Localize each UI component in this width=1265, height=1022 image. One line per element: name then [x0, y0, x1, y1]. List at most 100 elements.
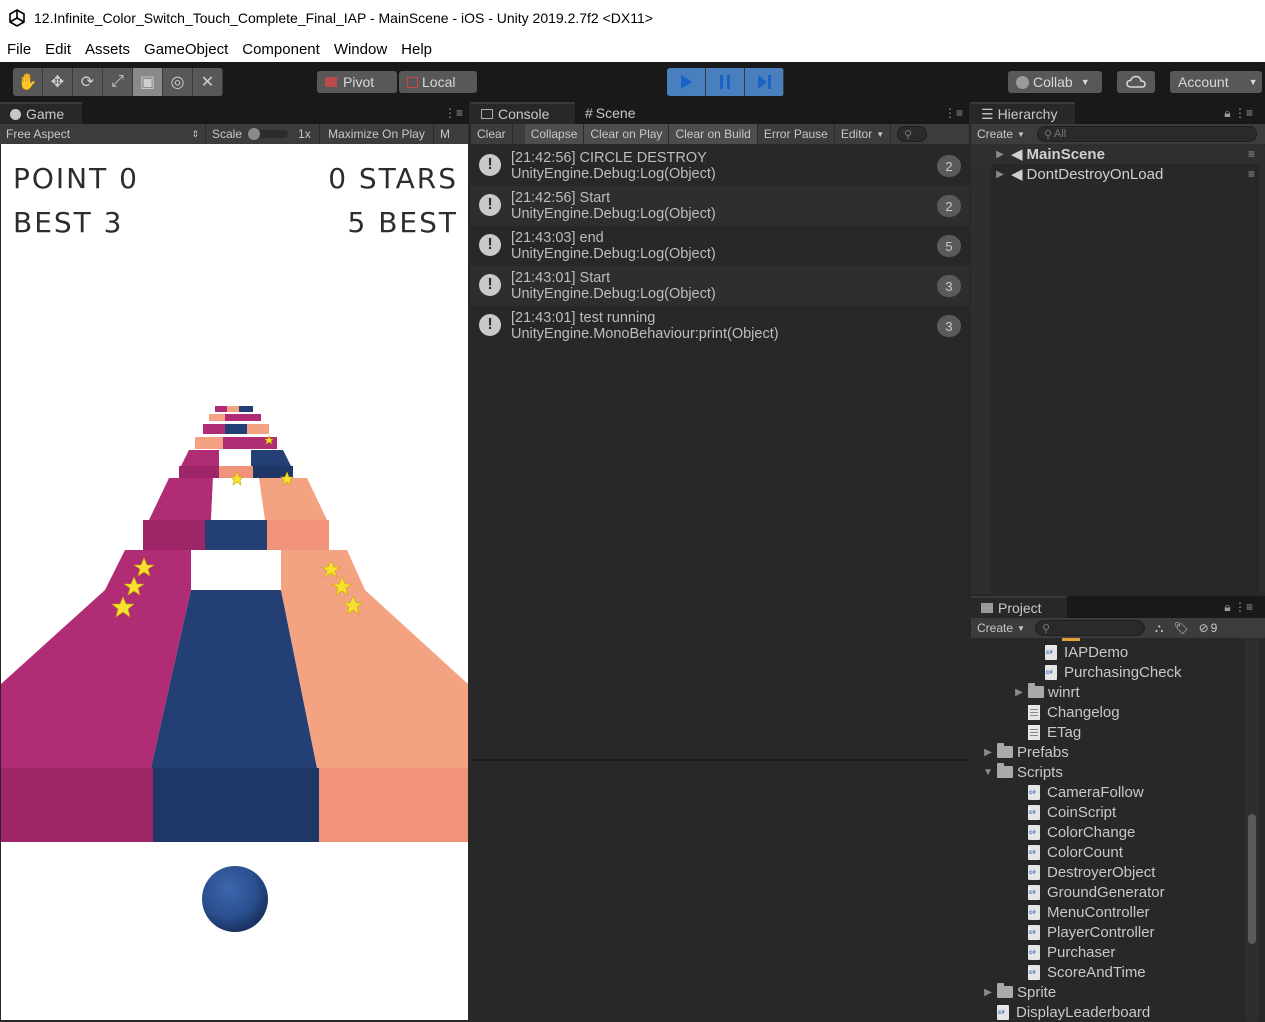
hierarchy-scene-mainscene[interactable]: ▶ ◀ MainScene ≡ — [971, 144, 1259, 164]
project-item[interactable]: MenuController — [1028, 902, 1150, 922]
panel-menu-icon[interactable]: ⋮≡ — [444, 106, 463, 120]
project-item[interactable]: ▶ Sprite — [984, 982, 1056, 1002]
project-item[interactable]: Purchaser — [1028, 942, 1115, 962]
panel-menu-icon[interactable]: ⋮≡ — [944, 106, 963, 120]
clear-on-play-toggle[interactable]: Clear on Play — [584, 124, 670, 144]
pivot-button[interactable]: Pivot — [317, 71, 397, 93]
collab-button[interactable]: Collab ▼ — [1008, 71, 1102, 93]
item-menu-icon[interactable]: ≡ — [1248, 147, 1255, 161]
hierarchy-scrollbar[interactable] — [1259, 144, 1265, 594]
log-entry[interactable]: ! [21:43:03] end UnityEngine.Debug:Log(Ob… — [471, 226, 969, 266]
step-button[interactable] — [745, 68, 784, 96]
project-item[interactable]: PurchasingCheck — [1045, 662, 1182, 682]
tab-console[interactable]: Console — [471, 102, 575, 124]
project-item[interactable]: DestroyerObject — [1028, 862, 1155, 882]
tab-project[interactable]: Project — [971, 596, 1067, 618]
menu-help[interactable]: Help — [394, 41, 439, 58]
play-button[interactable] — [667, 68, 706, 96]
account-button[interactable]: Account ▼ — [1170, 71, 1262, 93]
console-icon — [481, 109, 493, 119]
scale-slider-thumb[interactable] — [248, 128, 261, 140]
menu-edit[interactable]: Edit — [38, 41, 78, 58]
project-item[interactable]: Changelog — [1028, 702, 1120, 722]
project-item[interactable]: CameraFollow — [1028, 782, 1144, 802]
log-entry[interactable]: ! [21:43:01] Start UnityEngine.Debug:Log(… — [471, 266, 969, 306]
tab-game[interactable]: Game — [0, 102, 82, 124]
lock-icon[interactable]: 🔒︎ ⋮≡ — [1224, 600, 1253, 615]
project-item[interactable]: IAPDemo — [1045, 642, 1128, 662]
scale-slider[interactable]: Scale 1x — [206, 124, 320, 144]
expand-arrow-icon[interactable]: ▶ — [981, 747, 995, 758]
scale-tool-icon[interactable]: ⤢ — [103, 68, 133, 96]
menu-component[interactable]: Component — [235, 41, 327, 58]
project-scrollbar-track[interactable] — [1245, 638, 1259, 1022]
game-viewport[interactable]: POINT 0 0 STARS BEST 3 5 BEST — [1, 144, 468, 1020]
hierarchy-create-button[interactable]: Create ▼ — [971, 124, 1031, 144]
log-text: [21:42:56] CIRCLE DESTROY UnityEngine.Deb… — [511, 150, 716, 182]
project-item[interactable]: ▶ Prefabs — [984, 742, 1069, 762]
project-item[interactable]: CoinScript — [1028, 802, 1116, 822]
console-detail-splitter[interactable] — [471, 759, 969, 761]
rect-tool-icon[interactable]: ▣ — [133, 68, 163, 96]
hand-tool-icon[interactable]: ✋ — [13, 68, 43, 96]
pause-button[interactable] — [706, 68, 745, 96]
move-tool-icon[interactable]: ✥ — [43, 68, 73, 96]
project-item[interactable]: ETag — [1028, 722, 1081, 742]
expand-arrow-icon[interactable]: ▶ — [993, 169, 1007, 180]
local-button[interactable]: Local — [399, 71, 477, 93]
menu-assets[interactable]: Assets — [78, 41, 137, 58]
project-scrollbar-thumb[interactable] — [1248, 814, 1256, 944]
clear-on-build-toggle[interactable]: Clear on Build — [669, 124, 758, 144]
item-menu-icon[interactable]: ≡ — [1248, 167, 1255, 181]
lock-icon[interactable]: 🔒︎ ⋮≡ — [1224, 106, 1253, 121]
console-search-field[interactable]: ⚲ — [891, 124, 933, 144]
custom-tool-icon[interactable]: ✕ — [193, 68, 223, 96]
console-search-input[interactable]: ⚲ — [897, 126, 928, 142]
tab-scene[interactable]: # Scene — [575, 102, 657, 124]
hierarchy-scene-dontdestroy[interactable]: ▶ ◀ DontDestroyOnLoad ≡ — [971, 164, 1259, 184]
expand-arrow-icon[interactable]: ▶ — [993, 149, 1007, 160]
clear-button[interactable]: Clear — [471, 124, 513, 144]
project-item[interactable]: ScoreAndTime — [1028, 962, 1146, 982]
expand-arrow-icon[interactable]: ▶ — [981, 987, 995, 998]
menu-gameobject[interactable]: GameObject — [137, 41, 235, 58]
tab-hierarchy[interactable]: ☰ Hierarchy — [971, 102, 1075, 124]
project-item[interactable]: ColorChange — [1028, 822, 1135, 842]
menu-window[interactable]: Window — [327, 41, 394, 58]
filter-label-icon[interactable]: 🏷︎ — [1173, 621, 1188, 635]
project-create-button[interactable]: Create ▼ — [971, 618, 1031, 638]
mute-audio-toggle[interactable]: M — [434, 124, 469, 144]
project-item[interactable]: ▶ winrt — [1015, 682, 1080, 702]
log-entry[interactable]: ! [21:42:56] Start UnityEngine.Debug:Log(… — [471, 186, 969, 226]
log-entry[interactable]: ! [21:43:01] test running UnityEngine.Mon… — [471, 306, 969, 346]
project-item[interactable]: ▼ Scripts — [983, 762, 1063, 782]
expand-arrow-icon[interactable]: ▼ — [981, 767, 995, 778]
aspect-dropdown[interactable]: Free Aspect ⇕ — [0, 124, 206, 144]
csharp-script-icon — [1028, 824, 1040, 840]
hierarchy-search-input[interactable]: ⚲ All — [1036, 126, 1257, 142]
log-count-badge: 2 — [937, 155, 961, 177]
error-pause-toggle[interactable]: Error Pause — [758, 124, 835, 144]
csharp-script-icon — [1028, 904, 1040, 920]
project-search-input[interactable]: ⚲ — [1034, 620, 1145, 636]
editor-dropdown[interactable]: Editor ▼ — [835, 124, 892, 144]
transform-tool-icon[interactable]: ◎ — [163, 68, 193, 96]
maximize-on-play-toggle[interactable]: Maximize On Play — [320, 124, 434, 144]
project-item[interactable]: ColorCount — [1028, 842, 1123, 862]
expand-arrow-icon[interactable]: ▶ — [1012, 687, 1026, 698]
log-entry[interactable]: ! [21:42:56] CIRCLE DESTROY UnityEngine.D… — [471, 146, 969, 186]
project-item[interactable]: DisplayLeaderboard — [997, 1002, 1150, 1022]
collapse-toggle[interactable]: Collapse — [524, 124, 585, 144]
tab-game-label: Game — [26, 106, 65, 122]
filter-type-icon[interactable]: ⛬ — [1155, 621, 1163, 636]
menu-file[interactable]: File — [0, 41, 38, 58]
scale-slider-track[interactable] — [248, 128, 289, 140]
log-text: [21:43:01] test running UnityEngine.MonoB… — [511, 310, 779, 342]
hidden-packages-icon[interactable]: ⊘ — [1199, 621, 1209, 635]
cloud-button[interactable] — [1117, 71, 1155, 93]
rotate-tool-icon[interactable]: ⟳ — [73, 68, 103, 96]
editor-dropdown-icon: ▼ — [876, 129, 885, 139]
csharp-script-icon — [1028, 784, 1040, 800]
project-item[interactable]: PlayerController — [1028, 922, 1155, 942]
project-item[interactable]: GroundGenerator — [1028, 882, 1165, 902]
